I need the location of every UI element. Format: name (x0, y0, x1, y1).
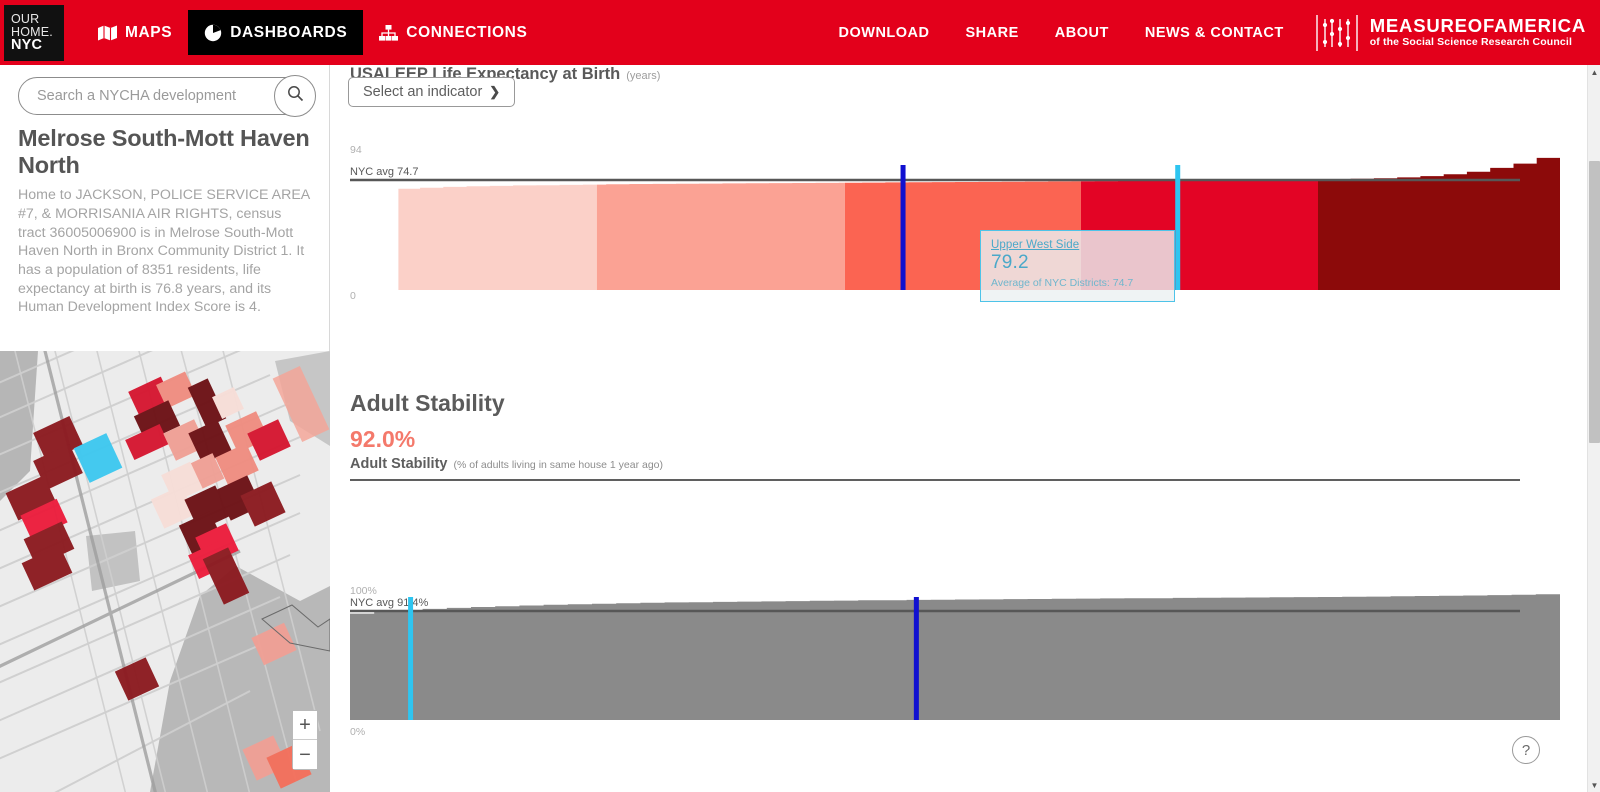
chevron-right-icon: ❯ (489, 84, 501, 99)
section-divider (350, 479, 1520, 481)
section-subtitle-text: Adult Stability (350, 456, 448, 472)
nav-item-maps[interactable]: MAPS (82, 10, 188, 55)
adult-stability-chart[interactable]: 100% NYC avg 91.4% 0% (331, 575, 1588, 750)
place-description: Home to JACKSON, POLICE SERVICE AREA #7,… (18, 187, 310, 316)
nav-item-dashboards-label: DASHBOARDS (230, 23, 348, 41)
section-title: Adult Stability (350, 390, 505, 416)
tooltip-comparison: Average of NYC Districts: 74.7 (991, 277, 1134, 289)
nav-item-dashboards[interactable]: DASHBOARDS (188, 10, 364, 55)
chart-tooltip[interactable]: Upper West Side 79.2 Average of NYC Dist… (980, 230, 1175, 302)
search-input[interactable] (18, 77, 311, 115)
map-canvas (0, 351, 330, 792)
brand-subtitle: of the Social Science Research Council (1369, 35, 1573, 48)
chart1-marker-selected-tract[interactable] (900, 165, 906, 290)
map-icon (98, 25, 117, 41)
main-content: USALEEP Life Expectancy at Birth (years) … (331, 65, 1588, 792)
search-icon (287, 85, 304, 107)
nav-link-about[interactable]: ABOUT (1037, 25, 1127, 41)
nav-item-connections-label: CONNECTIONS (406, 23, 528, 41)
map-zoom-out-button[interactable]: − (293, 740, 317, 769)
measure-of-america-mark-icon (1314, 12, 1360, 54)
chart1-band-0 (398, 157, 597, 291)
chart1-marker-comparison-district[interactable] (1175, 165, 1181, 290)
brand-title: MEASUREOFAMERICA (1369, 15, 1586, 37)
pie-chart-icon (204, 24, 222, 42)
indicator-unit-text: (years) (626, 70, 661, 82)
chart1-band-4 (1318, 157, 1560, 291)
chart2-marker-selected-tract[interactable] (913, 597, 919, 720)
section-subtitle-row: Adult Stability (% of adults living in sa… (350, 456, 663, 472)
scroll-down-arrow-icon[interactable]: ▼ (1588, 778, 1600, 792)
nav-item-connections[interactable]: CONNECTIONS (363, 10, 543, 55)
tooltip-value: 79.2 (991, 252, 1029, 273)
nav-link-share[interactable]: SHARE (948, 25, 1037, 41)
primary-nav-items: MAPS DASHBOARDS CONNECTIONS (82, 0, 543, 65)
measure-of-america-wordmark: MEASUREOFAMERICA of the Social Science R… (1370, 16, 1586, 48)
hierarchy-icon (379, 24, 399, 41)
section-headline-value: 92.0% (350, 426, 416, 452)
scroll-up-arrow-icon[interactable]: ▲ (1588, 65, 1600, 79)
select-indicator-button[interactable]: Select an indicator ❯ (348, 77, 516, 107)
neighborhood-map[interactable]: + − (0, 351, 330, 792)
logo-line-3: NYC (11, 37, 43, 54)
measure-of-america-logo[interactable]: MEASUREOFAMERICA of the Social Science R… (1302, 12, 1592, 54)
chart2-canvas (350, 594, 1560, 720)
select-indicator-label: Select an indicator (363, 84, 483, 100)
ourhome-nyc-logo[interactable]: OUR HOME. NYC (4, 5, 64, 61)
chart2-area (350, 594, 1560, 720)
chart1-band-1 (596, 157, 845, 291)
map-zoom-controls: + − (292, 710, 318, 770)
secondary-nav-links: DOWNLOAD SHARE ABOUT NEWS & CONTACT MEAS… (821, 0, 1600, 65)
life-expectancy-chart[interactable]: 94 NYC avg 74.7 0 Upper West Side 79.2 A… (331, 135, 1588, 385)
search-container (18, 75, 316, 117)
nav-link-download[interactable]: DOWNLOAD (821, 25, 948, 41)
tooltip-place-link[interactable]: Upper West Side (991, 239, 1164, 251)
section-subtitle-unit: (% of adults living in same house 1 year… (453, 459, 664, 471)
nav-item-maps-label: MAPS (125, 23, 173, 41)
search-button[interactable] (274, 75, 316, 117)
logo-line-1: OUR (11, 11, 40, 26)
chart2-marker-comparison-district[interactable] (408, 597, 414, 720)
top-navigation-bar: OUR HOME. NYC MAPS DASHBOARDS CONNECTION… (0, 0, 1600, 65)
chart1-canvas (350, 157, 1560, 291)
map-zoom-in-button[interactable]: + (293, 711, 317, 740)
nav-link-news-contact[interactable]: NEWS & CONTACT (1127, 25, 1302, 41)
help-button[interactable]: ? (1512, 736, 1540, 764)
page-scrollbar[interactable]: ▲ ▼ (1587, 65, 1600, 792)
scrollbar-thumb[interactable] (1589, 161, 1600, 443)
page-title: Melrose South-Mott Haven North (18, 125, 310, 179)
